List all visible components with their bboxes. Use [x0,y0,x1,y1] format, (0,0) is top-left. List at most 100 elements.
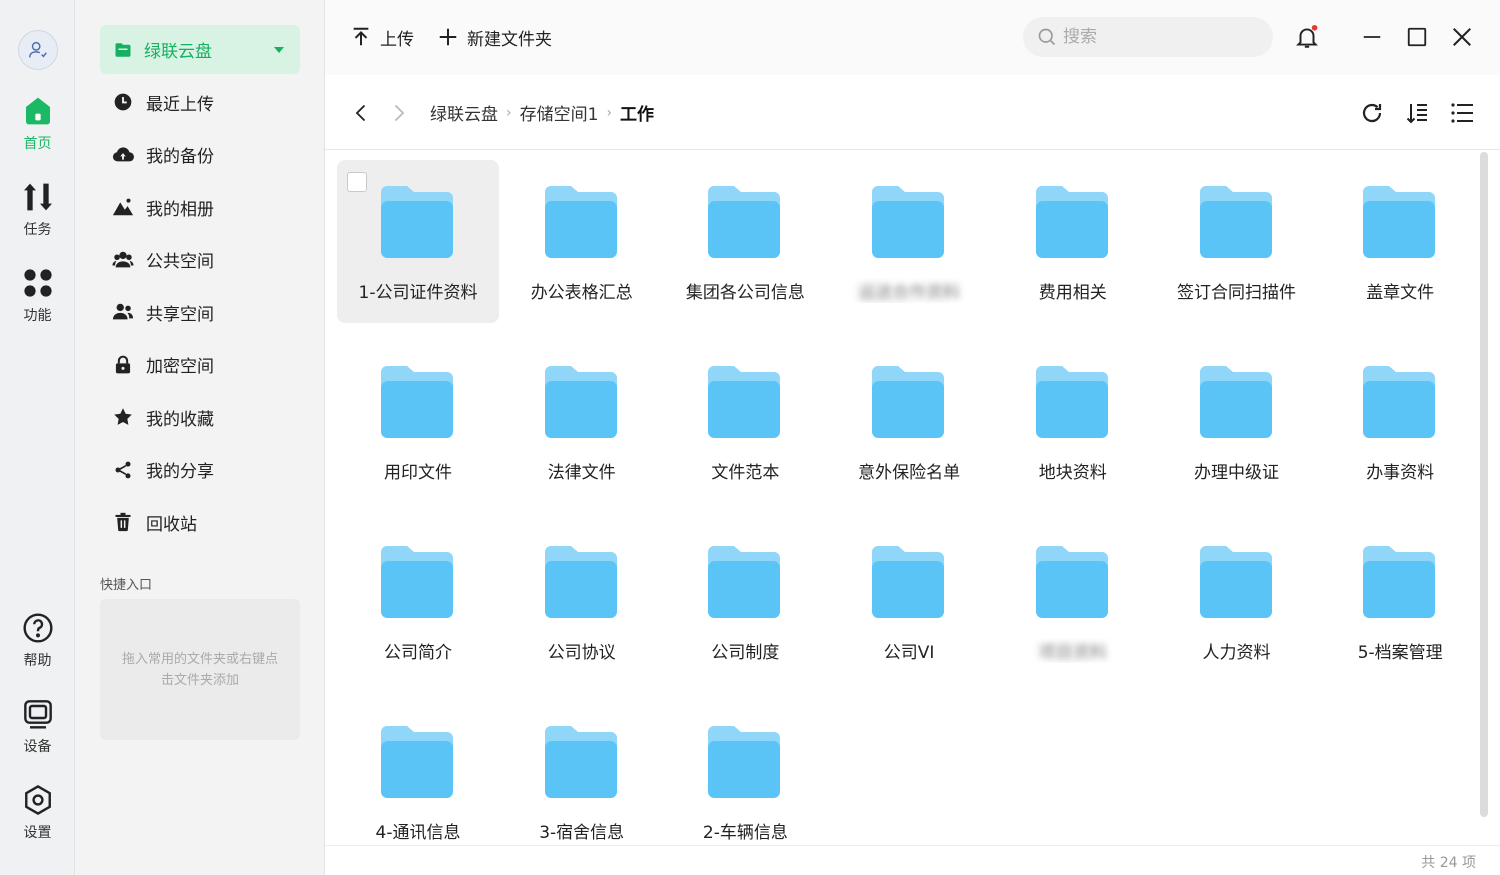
folder-name: 意外保险名单 [858,463,961,483]
apps-grid-icon [23,269,52,297]
rail-item-home[interactable]: 首页 [0,95,75,153]
folder-item[interactable]: 集团各公司信息 [664,160,826,323]
trash-icon [115,513,131,532]
maximize-button[interactable] [1402,22,1432,52]
sidebar-item-label: 加密空间 [146,357,214,378]
chevron-down-icon[interactable] [274,46,284,53]
sidebar-item-favorites[interactable]: 我的收藏 [100,391,300,444]
folder-item[interactable]: 办事资料 [1319,340,1481,503]
rail-item-help[interactable]: 帮助 [0,612,75,670]
back-button[interactable] [347,98,377,128]
avatar[interactable] [18,30,58,70]
sidebar-item-recycle-bin[interactable]: 回收站 [100,496,300,549]
folder-item[interactable]: 费用相关 [992,160,1154,323]
forward-button[interactable] [383,98,413,128]
refresh-button[interactable] [1357,98,1387,128]
sidebar-item-label: 最近上传 [146,94,214,115]
folder-item[interactable]: 公司简介 [337,520,499,683]
close-icon [1453,28,1471,46]
folder-item[interactable]: 公司协议 [501,520,663,683]
list-view-button[interactable] [1447,98,1477,128]
folder-name: 2-车辆信息 [702,823,788,843]
top-toolbar: 上传 新建文件夹 [325,0,1500,75]
folder-item[interactable]: 公司制度 [664,520,826,683]
folder-name: 公司VI [883,643,935,663]
folder-item[interactable]: 项目资料 [992,520,1154,683]
folder-item[interactable]: 法律文件 [501,340,663,503]
folder-item[interactable]: 办公表格汇总 [501,160,663,323]
folder-name: 4-通讯信息 [375,823,461,843]
select-checkbox[interactable] [347,172,367,192]
folder-item[interactable]: 2-车辆信息 [664,700,826,845]
folder-item[interactable]: 签订合同扫描件 [1156,160,1318,323]
folder-name: 公司制度 [711,643,780,663]
quick-access-title: 快捷入口 [100,578,153,593]
rail-item-settings[interactable]: 设置 [0,784,75,842]
drive-folder-icon [115,42,131,57]
quick-access-dropzone[interactable]: 拖入常用的文件夹或右键点击文件夹添加 [100,599,300,740]
folder-name: 公司协议 [547,643,616,663]
breadcrumb-item[interactable]: 存储空间1 [520,100,599,125]
sidebar-item-label: 我的分享 [146,462,214,483]
upload-button[interactable]: 上传 [350,22,414,52]
sidebar-item-shared-space[interactable]: 共享空间 [100,286,300,339]
rail-item-features[interactable]: 功能 [0,267,75,325]
sidebar-item-recent-uploads[interactable]: 最近上传 [100,76,300,129]
folder-icon [1363,546,1436,618]
folder-icon [1199,186,1272,258]
search-icon [1038,28,1056,46]
folder-item[interactable]: 意外保险名单 [828,340,990,503]
folder-item[interactable]: 盖章文件 [1319,160,1481,323]
folder-name: 签订合同扫描件 [1177,283,1296,303]
folder-item[interactable]: 5-档案管理 [1319,520,1481,683]
rail-item-device[interactable]: 设备 [0,698,75,756]
folder-item[interactable]: 运送合作资料 [828,160,990,323]
notifications-button[interactable] [1292,22,1322,52]
device-icon [23,700,52,729]
search-box[interactable] [1023,17,1273,57]
minimize-button[interactable] [1357,22,1387,52]
folder-icon [381,726,453,798]
drive-selector[interactable]: 绿联云盘 [100,25,300,74]
folder-icon [544,366,617,438]
new-folder-button[interactable]: 新建文件夹 [437,22,552,52]
sidebar-item-label: 我的收藏 [146,409,214,430]
cloud-backup-icon [112,147,134,162]
folder-item[interactable]: 1-公司证件资料 [337,160,499,323]
rail-item-label: 首页 [23,136,52,152]
folder-item[interactable]: 3-宿舍信息 [501,700,663,845]
folder-item[interactable]: 4-通讯信息 [337,700,499,845]
main-panel: 上传 新建文件夹 绿联云盘 › [325,0,1500,875]
sidebar-item-my-backup[interactable]: 我的备份 [100,129,300,182]
drive-label: 绿联云盘 [144,42,212,62]
left-rail: 首页 任务 功能 帮助 设备 设置 [0,0,75,875]
folder-item[interactable]: 文件范本 [664,340,826,503]
home-icon [25,97,50,125]
sidebar-item-label: 回收站 [146,514,197,535]
folder-name: 集团各公司信息 [685,283,805,303]
sidebar-item-public-space[interactable]: 公共空间 [100,234,300,287]
folder-icon [544,186,617,258]
sidebar-item-encrypted-space[interactable]: 加密空间 [100,339,300,392]
breadcrumb-separator-icon: › [506,104,512,121]
rail-item-tasks[interactable]: 任务 [0,181,75,239]
folder-icon [872,186,945,258]
folder-name: 用印文件 [384,463,452,483]
folder-name: 1-公司证件资料 [358,283,478,303]
sort-button[interactable] [1402,98,1432,128]
folder-item[interactable]: 办理中级证 [1156,340,1318,503]
folder-item[interactable]: 人力资料 [1156,520,1318,683]
sidebar-item-label: 我的相册 [146,199,214,220]
sidebar-item-my-shares[interactable]: 我的分享 [100,444,300,497]
folder-item[interactable]: 用印文件 [337,340,499,503]
vertical-scrollbar[interactable] [1480,152,1488,817]
folder-item[interactable]: 公司VI [828,520,990,683]
list-view-icon [1451,103,1473,123]
folder-item[interactable]: 地块资料 [992,340,1154,503]
search-input[interactable] [1063,27,1263,47]
star-icon [114,408,132,426]
breadcrumb-item[interactable]: 绿联云盘 [430,100,498,125]
sidebar-item-my-album[interactable]: 我的相册 [100,181,300,234]
sidebar-item-label: 共享空间 [146,304,214,325]
close-button[interactable] [1447,22,1477,52]
